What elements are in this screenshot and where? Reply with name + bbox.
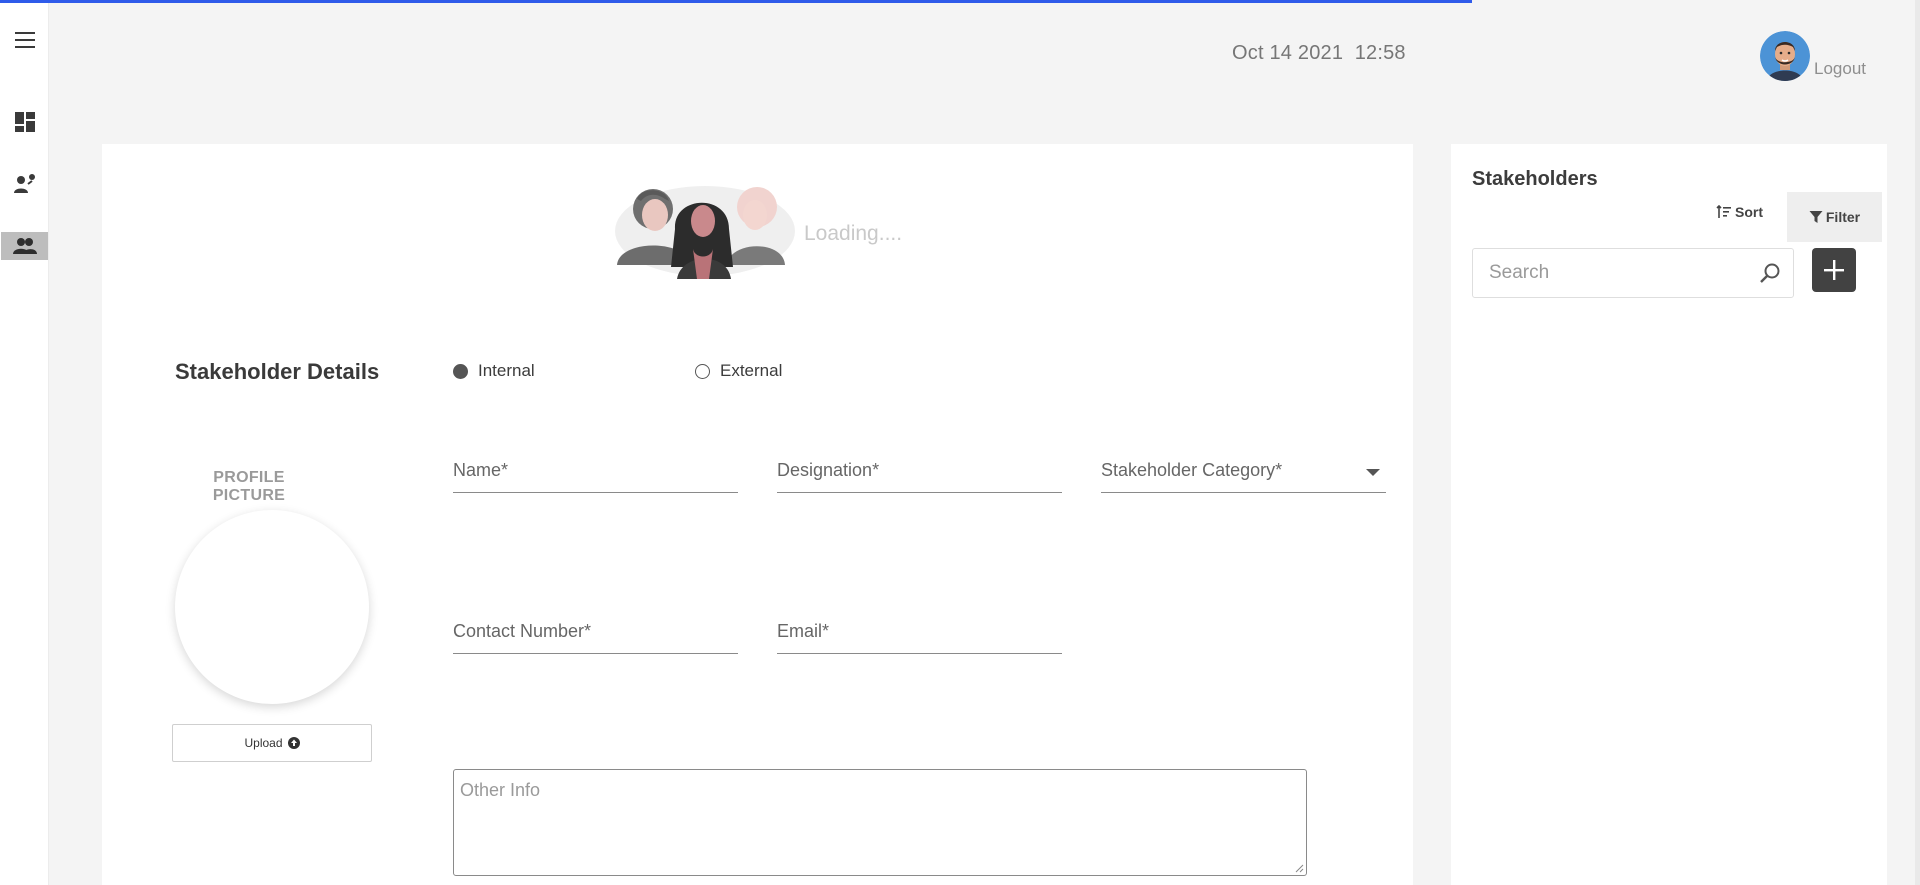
radio-unchecked-icon: [695, 363, 710, 379]
radio-external[interactable]: External: [695, 361, 782, 381]
current-date: Oct 14 2021: [1232, 42, 1344, 64]
designation-field[interactable]: Designation*: [777, 457, 1062, 493]
user-avatar-icon: [1760, 31, 1810, 81]
person-add-icon: [13, 174, 35, 193]
menu-button[interactable]: [0, 25, 49, 55]
resize-grip-icon[interactable]: [1294, 863, 1304, 873]
upload-button-label: Upload: [244, 736, 283, 750]
avatar[interactable]: [1760, 31, 1810, 81]
sidebar-item-stakeholders[interactable]: [1, 232, 48, 260]
loading-text: Loading....: [804, 222, 903, 245]
current-time: 12:58: [1354, 42, 1406, 64]
radio-external-label: External: [720, 361, 783, 380]
profile-picture-preview[interactable]: [175, 510, 369, 704]
section-title: Stakeholder Details: [175, 359, 380, 384]
sidebar-item-add-stakeholder[interactable]: [0, 168, 49, 198]
radio-internal-label: Internal: [478, 361, 535, 380]
people-icon: [12, 238, 37, 254]
email-field-placeholder: Email*: [777, 621, 830, 641]
stakeholder-category-select[interactable]: Stakeholder Category*: [1101, 457, 1386, 493]
logout-link[interactable]: Logout: [1814, 59, 1866, 79]
dashboard-icon: [14, 112, 35, 132]
other-info-textarea[interactable]: Other Info: [453, 769, 1307, 876]
menu-icon: [14, 32, 35, 48]
panel-title: Stakeholders: [1472, 168, 1598, 190]
sidebar-item-dashboard[interactable]: [0, 107, 49, 137]
stakeholder-category-placeholder: Stakeholder Category*: [1101, 460, 1283, 480]
current-datetime: Oct 14 2021 12:58: [1232, 42, 1406, 65]
email-field[interactable]: Email*: [777, 618, 1062, 654]
plus-icon: [1824, 260, 1844, 280]
other-info-placeholder: Other Info: [460, 780, 541, 800]
radio-internal[interactable]: Internal: [453, 361, 535, 381]
upload-button[interactable]: Upload: [172, 724, 372, 762]
add-stakeholder-button[interactable]: [1812, 248, 1856, 292]
stakeholders-panel: Stakeholders Sort Filter: [1451, 144, 1887, 885]
filter-icon: [1809, 211, 1823, 223]
contact-number-field[interactable]: Contact Number*: [453, 618, 738, 654]
page-loading-progress-bar: [0, 0, 1472, 3]
chevron-down-icon: [1366, 469, 1380, 476]
profile-picture-label: PROFILE PICTURE: [212, 469, 286, 504]
designation-field-placeholder: Designation*: [777, 460, 880, 480]
contact-number-placeholder: Contact Number*: [453, 621, 592, 641]
filter-label: Filter: [1825, 209, 1861, 225]
search-icon[interactable]: [1759, 262, 1781, 284]
sort-button[interactable]: Sort: [1716, 204, 1763, 220]
filter-button[interactable]: Filter: [1787, 192, 1882, 242]
search-box: [1472, 248, 1794, 298]
stakeholder-form-card: Loading.... Stakeholder Details Internal…: [102, 144, 1413, 885]
loading-illustration: [607, 169, 807, 289]
name-field-placeholder: Name*: [453, 460, 509, 480]
page-scrollbar-track[interactable]: [1915, 0, 1920, 885]
upload-icon: [287, 737, 300, 749]
sidebar: [0, 0, 49, 885]
sort-label: Sort: [1735, 204, 1763, 220]
name-field[interactable]: Name*: [453, 457, 738, 493]
search-input[interactable]: [1473, 249, 1743, 297]
radio-checked-icon: [453, 363, 468, 379]
sort-icon: [1716, 205, 1731, 218]
